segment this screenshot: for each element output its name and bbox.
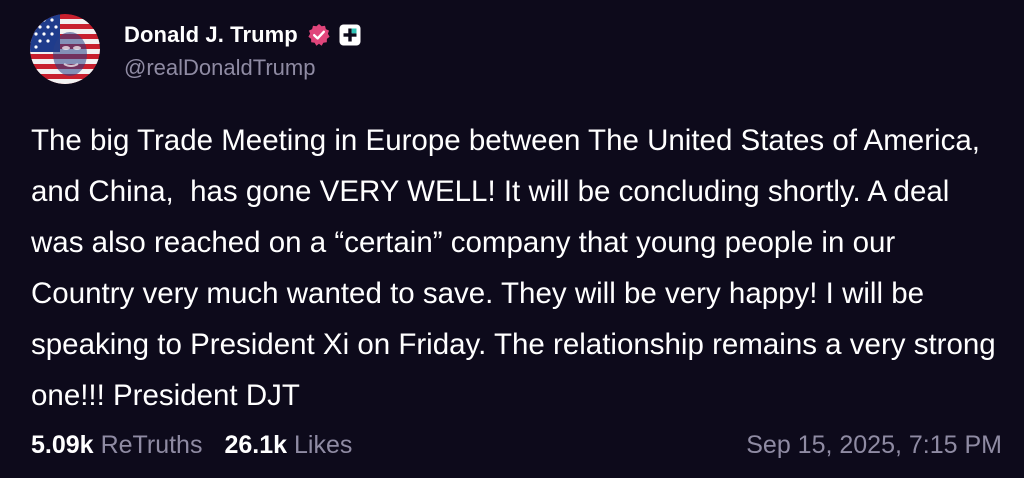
author-names: Donald J. Trump @realDonaldTrump [124,17,361,81]
post-footer: 5.09k ReTruths 26.1k Likes Sep 15, 2025,… [31,425,1002,465]
retruths-stat[interactable]: 5.09k ReTruths [31,431,202,460]
post-timestamp[interactable]: Sep 15, 2025, 7:15 PM [746,431,1002,460]
retruths-count: 5.09k [31,430,94,459]
likes-label: Likes [294,430,353,459]
verified-badge-icon [307,23,331,47]
truth-post: Donald J. Trump @realDonaldTrump The big… [0,0,1024,478]
post-text: The big Trade Meeting in Europe between … [31,124,1004,412]
likes-count: 26.1k [224,430,288,459]
flag-portrait-avatar-icon [30,14,100,84]
plus-badge-icon [339,24,361,46]
author-name-row: Donald J. Trump [124,17,361,53]
likes-stat[interactable]: 26.1k Likes [224,431,352,460]
post-header: Donald J. Trump @realDonaldTrump [30,14,361,84]
author-handle[interactable]: @realDonaldTrump [124,55,361,81]
retruths-label: ReTruths [100,430,203,459]
avatar[interactable] [30,14,100,84]
author-display-name[interactable]: Donald J. Trump [124,22,298,48]
